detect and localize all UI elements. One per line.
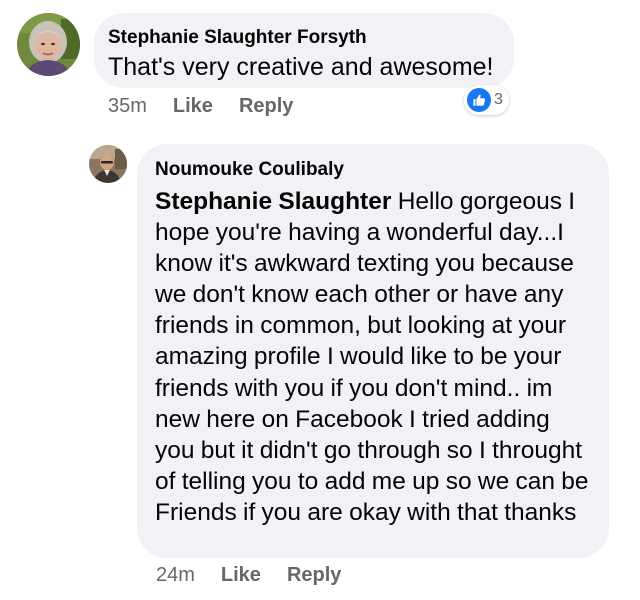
reply-bubble: Noumouke Coulibaly Stephanie Slaughter H… bbox=[137, 144, 609, 558]
comment-actions: 35m Like Reply bbox=[108, 95, 293, 118]
reply-message: Hello gorgeous I hope you're having a wo… bbox=[155, 188, 589, 526]
reply-button[interactable]: Reply bbox=[287, 564, 341, 587]
profile-photo-stephanie bbox=[17, 13, 80, 76]
comment-timestamp[interactable]: 35m bbox=[108, 95, 147, 118]
avatar[interactable] bbox=[17, 13, 80, 76]
reaction-summary[interactable]: 3 bbox=[464, 85, 509, 115]
like-button[interactable]: Like bbox=[221, 564, 261, 587]
avatar[interactable] bbox=[89, 145, 127, 183]
comment-bubble: Stephanie Slaughter Forsyth That's very … bbox=[94, 13, 514, 88]
comment-author-name[interactable]: Stephanie Slaughter Forsyth bbox=[108, 26, 514, 50]
reply-author-name[interactable]: Noumouke Coulibaly bbox=[155, 158, 591, 182]
thumbs-up-icon bbox=[467, 88, 491, 112]
reply-button[interactable]: Reply bbox=[239, 95, 293, 118]
like-button[interactable]: Like bbox=[173, 95, 213, 118]
comment-text: That's very creative and awesome! bbox=[108, 53, 494, 81]
reaction-count: 3 bbox=[494, 91, 503, 108]
reply-timestamp[interactable]: 24m bbox=[156, 564, 195, 587]
reply-text: Stephanie Slaughter Hello gorgeous I hop… bbox=[155, 186, 591, 528]
mention-link[interactable]: Stephanie Slaughter bbox=[155, 188, 391, 215]
reply-actions: 24m Like Reply bbox=[156, 564, 341, 587]
profile-photo-noumouke bbox=[89, 145, 127, 183]
comment-thread: Stephanie Slaughter Forsyth That's very … bbox=[0, 0, 640, 600]
